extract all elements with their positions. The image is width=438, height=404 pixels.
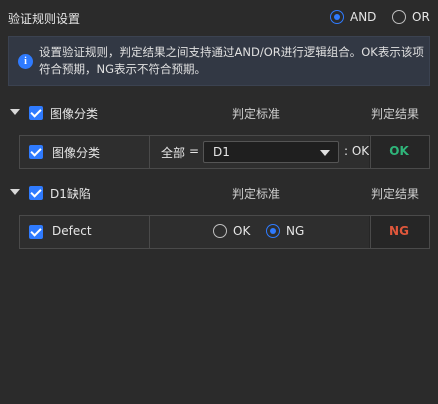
divider	[149, 136, 150, 168]
group-checkbox-classification[interactable]	[29, 106, 43, 120]
result-header: 判定结果	[371, 187, 420, 201]
scope-label: 全部	[161, 146, 186, 160]
divider	[149, 216, 150, 248]
radio-and[interactable]	[330, 10, 344, 24]
radio-ok[interactable]	[213, 224, 227, 238]
collapse-caret-icon[interactable]	[10, 189, 20, 195]
radio-ng[interactable]	[266, 224, 280, 238]
info-banner: i 设置验证规则，判定结果之间支持通过AND/OR进行逻辑组合。OK表示该项符合…	[8, 36, 430, 86]
group-header-defect: D1缺陷 判定标准 判定结果	[0, 180, 438, 206]
page-title: 验证规则设置	[8, 12, 81, 26]
criteria-header: 判定标准	[232, 107, 281, 121]
operator-label: =	[189, 144, 200, 158]
rule-row-defect: Defect OK NG NG	[19, 215, 430, 249]
divider	[370, 136, 371, 168]
radio-or[interactable]	[392, 10, 406, 24]
option-ok-label[interactable]: OK	[233, 224, 250, 238]
result-cell: OK	[369, 136, 429, 168]
logic-and-option[interactable]: AND	[330, 10, 376, 24]
criteria-header: 判定标准	[232, 187, 281, 201]
group-title: D1缺陷	[50, 187, 91, 201]
group-title: 图像分类	[50, 107, 99, 121]
rule-row-classification: 图像分类 全部 = D1 : OK OK	[19, 135, 430, 169]
info-text: 设置验证规则，判定结果之间支持通过AND/OR进行逻辑组合。OK表示该项符合预期…	[39, 45, 424, 76]
result-ng: NG	[389, 224, 409, 238]
chevron-down-icon[interactable]	[320, 150, 330, 156]
row-checkbox[interactable]	[29, 225, 43, 239]
row-label: 图像分类	[52, 146, 101, 160]
group-header-classification: 图像分类 判定标准 判定结果	[0, 100, 438, 126]
option-ng-label[interactable]: NG	[286, 224, 304, 238]
option-ng[interactable]: NG	[266, 224, 304, 238]
option-ok[interactable]: OK	[213, 224, 250, 238]
collapse-caret-icon[interactable]	[10, 109, 20, 115]
row-checkbox[interactable]	[29, 145, 43, 159]
logic-or-option[interactable]: OR	[392, 10, 430, 24]
result-ok: OK	[389, 144, 409, 158]
class-select[interactable]: D1	[203, 141, 339, 163]
suffix-label: : OK	[344, 144, 370, 158]
logic-and-label[interactable]: AND	[350, 10, 376, 24]
result-cell: NG	[369, 216, 429, 248]
group-checkbox-defect[interactable]	[29, 186, 43, 200]
divider	[370, 216, 371, 248]
logic-or-label[interactable]: OR	[412, 10, 430, 24]
result-header: 判定结果	[371, 107, 420, 121]
row-label: Defect	[52, 224, 92, 238]
header-bar: 验证规则设置 AND OR	[0, 0, 438, 36]
class-select-value[interactable]: D1	[213, 145, 230, 159]
info-icon: i	[18, 54, 33, 69]
